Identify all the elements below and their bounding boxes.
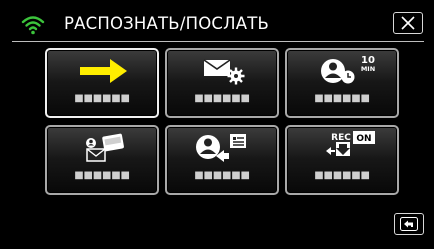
- page-title: РАСПОЗНАТЬ/ПОСЛАТЬ: [64, 14, 269, 33]
- tile-person-send-picture[interactable]: ■■■■■■: [165, 125, 279, 195]
- tile-person-clock[interactable]: 10 MIN ■■■■■■: [285, 48, 399, 118]
- mail-camera-icon: [47, 127, 157, 167]
- rec-label: REC: [331, 133, 351, 143]
- wifi-icon: [21, 15, 45, 35]
- tile-mail-settings[interactable]: ■■■■■■: [165, 48, 279, 118]
- screen: РАСПОЗНАТЬ/ПОСЛАТЬ ■■■■■■ ■■■■■■ 10 MIN …: [0, 0, 434, 249]
- badge-unit: MIN: [361, 65, 375, 73]
- tile-arrow[interactable]: ■■■■■■: [45, 48, 159, 118]
- header-divider: [12, 41, 424, 42]
- person-clock-icon: 10 MIN: [287, 50, 397, 90]
- rec-transfer-icon: REC ON: [287, 127, 397, 167]
- tile-label: ■■■■■■: [194, 170, 250, 181]
- tile-label: ■■■■■■: [74, 93, 130, 104]
- on-badge: ON: [356, 134, 371, 144]
- tile-label: ■■■■■■: [314, 170, 370, 181]
- tile-label: ■■■■■■: [74, 170, 130, 181]
- tile-mail-camera[interactable]: ■■■■■■: [45, 125, 159, 195]
- tile-rec-transfer[interactable]: REC ON ■■■■■■: [285, 125, 399, 195]
- mail-settings-icon: [167, 50, 277, 90]
- back-icon: [400, 217, 418, 231]
- tile-label: ■■■■■■: [194, 93, 250, 104]
- person-send-picture-icon: [167, 127, 277, 167]
- close-icon: [401, 16, 415, 30]
- tile-label: ■■■■■■: [314, 93, 370, 104]
- back-button[interactable]: [394, 213, 424, 235]
- close-button[interactable]: [393, 12, 423, 34]
- arrow-right-icon: [47, 50, 157, 90]
- header: РАСПОЗНАТЬ/ПОСЛАТЬ: [0, 0, 434, 46]
